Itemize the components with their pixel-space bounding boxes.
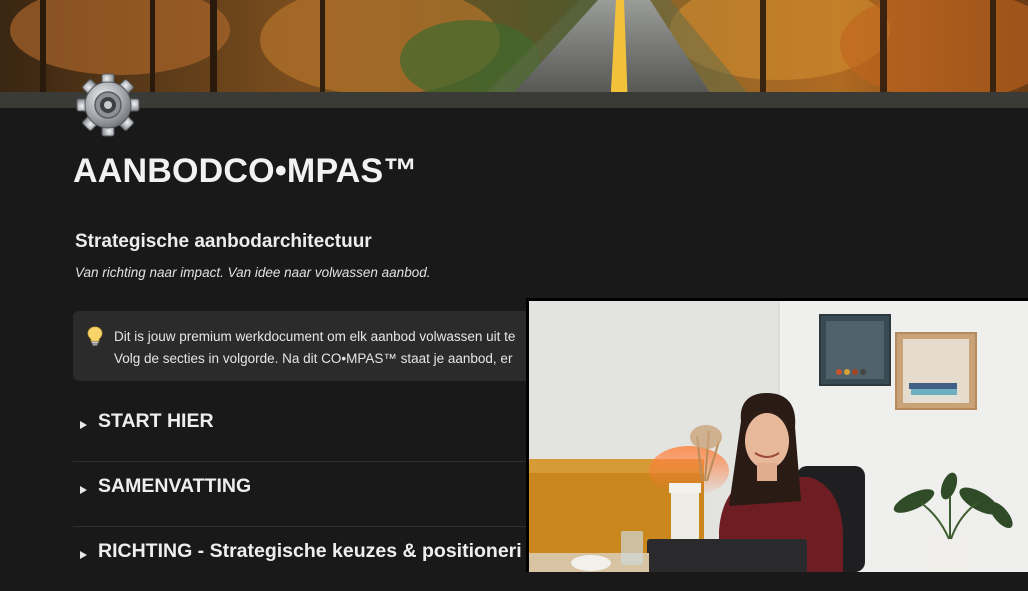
callout-text-line-1: Dit is jouw premium werkdocument om elk …	[114, 329, 516, 344]
webcam-scene	[529, 301, 1028, 572]
toggle-richting[interactable]: RICHTING - Strategische keuzes & positio…	[73, 527, 593, 591]
toggle-label: RICHTING - Strategische keuzes & positio…	[98, 540, 522, 562]
triangle-right-icon[interactable]	[80, 421, 87, 429]
gear-icon	[74, 71, 142, 139]
page-subtitle: Strategische aanbodarchitectuur	[75, 231, 372, 252]
page-tagline: Van richting naar impact. Van idee naar …	[75, 265, 431, 280]
webcam-overlay	[526, 298, 1028, 572]
triangle-right-icon[interactable]	[80, 551, 87, 559]
toggle-samenvatting[interactable]: SAMENVATTING	[73, 462, 593, 527]
lightbulb-icon	[87, 326, 103, 346]
toggle-label: SAMENVATTING	[98, 475, 252, 497]
page-title: AANBODCO•MPAS™	[73, 152, 418, 190]
callout-text-line-2: Volg de secties in volgorde. Na dit CO•M…	[114, 351, 513, 366]
toggle-start-hier[interactable]: START HIER	[73, 397, 593, 462]
cover-image	[0, 0, 1028, 108]
triangle-right-icon[interactable]	[80, 486, 87, 494]
callout-block: Dit is jouw premium werkdocument om elk …	[73, 311, 593, 381]
toggle-label: START HIER	[98, 410, 214, 432]
